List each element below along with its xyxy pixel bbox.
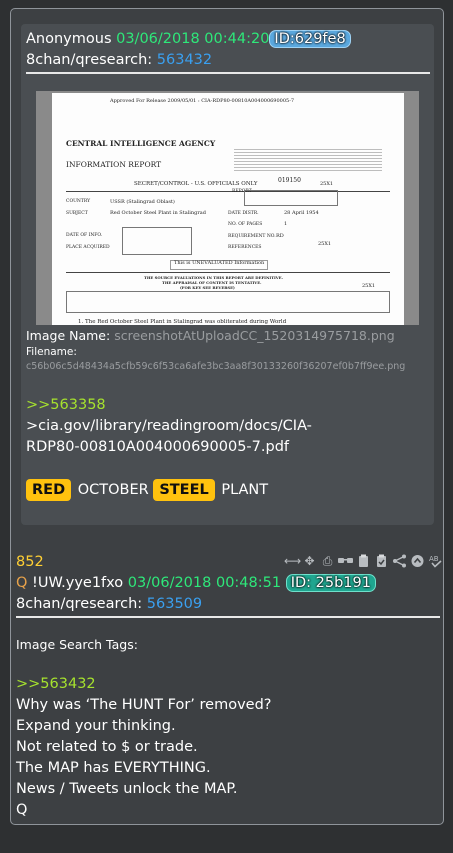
quote-link[interactable]: >>563358 [26, 395, 106, 415]
req-value: RD [276, 233, 284, 239]
code-25x1-third: 25X1 [362, 283, 376, 289]
message-line-2: Expand your thinking. [16, 718, 176, 734]
unevaluated-text: This is UNEVALUATED Information [174, 260, 265, 266]
filename-label: Filename: [26, 346, 77, 358]
main-quote-link[interactable]: >>563432 [16, 674, 96, 694]
report-number: 019150 [278, 177, 301, 184]
doc-rule [66, 191, 390, 192]
main-post-source: 8chan/qresearch: 563509 [16, 594, 202, 614]
expand-horizontal-icon[interactable]: ⟷ [284, 553, 301, 569]
image-name-row: Image Name: screenshotAtUploadCC_1520314… [26, 328, 395, 343]
subject-value: Red October Steel Plant in Stalingrad [110, 210, 206, 216]
classification: SECRET/CONTROL - U.S. OFFICIALS ONLY [134, 181, 258, 187]
report-title: INFORMATION REPORT [66, 160, 162, 169]
up-arrow-icon[interactable] [410, 553, 425, 569]
main-board-label: 8chan/qresearch: [16, 596, 143, 612]
q-label: Q [16, 575, 28, 591]
note-line-3: (FOR KEY SEE REVERSE) [180, 285, 235, 290]
code-25x1-second: 25X1 [318, 241, 332, 247]
info-box [122, 227, 192, 255]
post-date: 03/06/2018 00:44:20 [116, 31, 270, 47]
main-post-date: 03/06/2018 00:48:51 [127, 575, 282, 591]
poster-name: Anonymous [26, 31, 112, 47]
board-label: 8chan/qresearch: [26, 52, 153, 68]
image-name-label: Image Name: [26, 328, 111, 343]
main-header-divider [16, 616, 440, 618]
doc-rule-2 [66, 272, 390, 273]
country-value: USSR (Stalingrad Oblast) [110, 199, 175, 205]
post-toolbar: ⟷ ✥ ⎙ AB [284, 553, 443, 569]
word-october: OCTOBER [77, 482, 149, 498]
post-image[interactable]: Approved For Release 2009/05/01 : CIA-RD… [36, 91, 419, 325]
spellcheck-icon[interactable]: AB [428, 553, 443, 569]
message-line-1: Why was ‘The HUNT For’ removed? [16, 697, 272, 713]
bottom-box [66, 291, 390, 313]
document-icon[interactable]: ⎙ [320, 553, 335, 569]
header-divider [26, 72, 430, 74]
main-poster-id-badge[interactable]: ID: 25b191 [285, 574, 376, 592]
code-25x1: 25X1 [320, 181, 334, 187]
body-line-2: RDP80-00810A004000690005-7.pdf [26, 439, 289, 455]
message-signature: Q [16, 802, 28, 818]
svg-text:AB: AB [429, 555, 439, 563]
clipboard-icon[interactable] [356, 553, 371, 569]
report-box [244, 190, 338, 206]
main-post-number-link[interactable]: 563509 [147, 596, 202, 612]
post-count: 852 [16, 554, 44, 570]
image-search-tags: Image Search Tags: [16, 637, 138, 652]
date-distr-value: 28 April 1954 [284, 210, 319, 216]
body-line-1: >cia.gov/library/readingroom/docs/CIA- [26, 418, 312, 434]
message-line-5: News / Tweets unlock the MAP. [16, 781, 238, 797]
highlight-red: RED [26, 479, 72, 501]
pages-label: NO. OF PAGES [228, 222, 263, 227]
ref-label: REFERENCES [228, 245, 262, 250]
tripcode: !UW.yye1fxo [32, 575, 124, 591]
poster-id-badge[interactable]: ID:629fe8 [269, 30, 351, 48]
date-distr-label: DATE DISTR. [228, 211, 259, 216]
message-line-4: The MAP has EVERYTHING. [16, 760, 211, 776]
cia-document-scan: Approved For Release 2009/05/01 : CIA-RD… [52, 93, 404, 325]
post-number-link[interactable]: 563432 [157, 52, 212, 68]
agency-title: CENTRAL INTELLIGENCE AGENCY [66, 139, 216, 148]
quoted-post-header: Anonymous 03/06/2018 00:44:20 ID:629fe8 [26, 29, 351, 49]
clipboard-check-icon[interactable] [374, 553, 389, 569]
req-label: REQUIREMENT NO. [228, 234, 276, 239]
main-post-header: Q !UW.yye1fxo 03/06/2018 00:48:51 ID: 25… [16, 573, 376, 593]
message-line-3: Not related to $ or trade. [16, 739, 198, 755]
highlight-line: RED OCTOBER STEEL PLANT [26, 478, 268, 502]
move-icon[interactable]: ✥ [302, 553, 317, 569]
word-plant: PLANT [221, 482, 269, 498]
document-notice [234, 147, 382, 173]
info-label: DATE OF INFO. [66, 233, 103, 238]
highlight-steel: STEEL [153, 479, 215, 501]
subject-label: SUBJECT [66, 211, 88, 216]
filename-value[interactable]: c56b06c5d48434a5cfb59c6f53ca6afe3bc3aa8f… [26, 361, 405, 372]
country-label: COUNTRY [66, 199, 91, 204]
quoted-post-source: 8chan/qresearch: 563432 [26, 50, 212, 70]
place-label: PLACE ACQUIRED [66, 245, 110, 250]
release-line: Approved For Release 2009/05/01 : CIA-RD… [110, 98, 295, 104]
glasses-icon[interactable] [338, 553, 353, 569]
document-item-1: 1. The Red October Steel Plant in Stalin… [78, 319, 287, 325]
share-icon[interactable] [392, 553, 407, 569]
pages-value: 1 [284, 221, 288, 227]
image-name-value[interactable]: screenshotAtUploadCC_1520314975718.png [114, 328, 394, 343]
